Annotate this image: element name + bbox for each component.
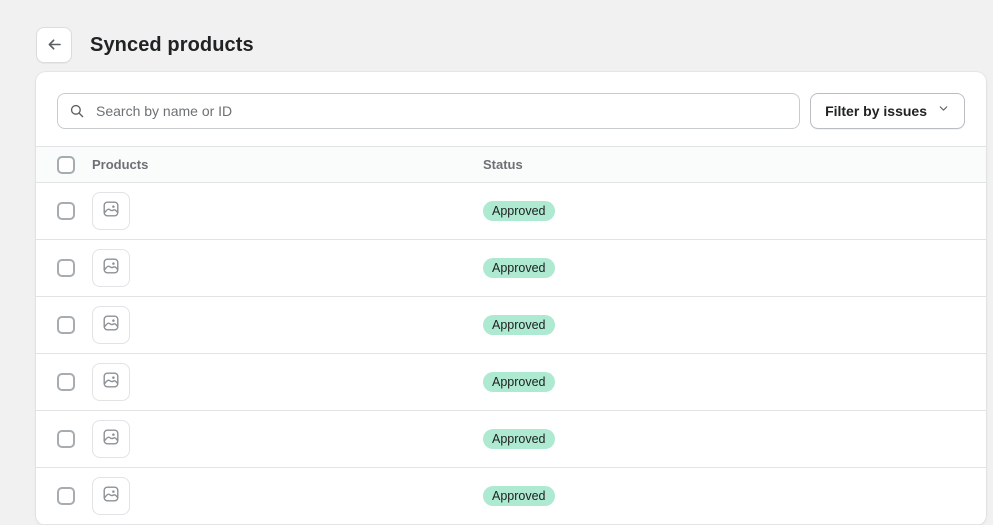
column-header-status: Status	[483, 157, 986, 172]
column-header-status-label: Status	[483, 157, 523, 172]
row-select-checkbox[interactable]	[57, 430, 75, 448]
image-placeholder-icon	[101, 370, 121, 395]
column-header-products: Products	[92, 157, 483, 172]
status-badge: Approved	[483, 315, 555, 335]
search-input[interactable]	[57, 93, 801, 129]
row-product-cell	[92, 363, 483, 401]
arrow-left-icon	[46, 36, 63, 53]
image-placeholder-icon	[101, 427, 121, 452]
image-placeholder-icon	[101, 256, 121, 281]
table-row[interactable]: Approved	[36, 468, 986, 525]
chevron-down-icon	[937, 102, 950, 120]
page-title: Synced products	[90, 33, 254, 56]
row-product-cell	[92, 192, 483, 230]
row-status-cell: Approved	[483, 372, 986, 392]
select-all-cell	[36, 155, 92, 174]
product-thumbnail[interactable]	[92, 477, 130, 515]
row-status-cell: Approved	[483, 258, 986, 278]
row-status-cell: Approved	[483, 486, 986, 506]
image-placeholder-icon	[101, 199, 121, 224]
status-badge: Approved	[483, 372, 555, 392]
search-field	[57, 93, 801, 129]
table-row[interactable]: Approved	[36, 297, 986, 354]
synced-products-card: Filter by issues Products Status	[36, 72, 986, 525]
row-select-checkbox[interactable]	[57, 316, 75, 334]
row-select-cell	[36, 487, 92, 505]
product-thumbnail[interactable]	[92, 192, 130, 230]
status-badge: Approved	[483, 486, 555, 506]
table-row[interactable]: Approved	[36, 240, 986, 297]
row-status-cell: Approved	[483, 201, 986, 221]
column-header-products-label: Products	[92, 157, 149, 172]
row-status-cell: Approved	[483, 429, 986, 449]
table-row[interactable]: Approved	[36, 183, 986, 240]
row-select-cell	[36, 316, 92, 334]
status-badge: Approved	[483, 429, 555, 449]
table-header-row: Products Status	[36, 146, 986, 183]
products-table: Products Status Approved Approved Approv…	[36, 146, 986, 525]
row-select-cell	[36, 373, 92, 391]
row-product-cell	[92, 477, 483, 515]
status-badge: Approved	[483, 258, 555, 278]
page-header: Synced products	[0, 0, 993, 72]
row-select-checkbox[interactable]	[57, 373, 75, 391]
back-button[interactable]	[36, 26, 72, 63]
row-select-cell	[36, 202, 92, 220]
filter-button-label: Filter by issues	[825, 103, 927, 119]
table-toolbar: Filter by issues	[36, 72, 986, 146]
table-row[interactable]: Approved	[36, 354, 986, 411]
select-all-checkbox[interactable]	[57, 155, 75, 174]
row-select-checkbox[interactable]	[57, 487, 75, 505]
image-placeholder-icon	[101, 313, 121, 338]
product-thumbnail[interactable]	[92, 306, 130, 344]
status-badge: Approved	[483, 201, 555, 221]
product-thumbnail[interactable]	[92, 420, 130, 458]
filter-by-issues-button[interactable]: Filter by issues	[810, 93, 965, 129]
row-select-checkbox[interactable]	[57, 202, 75, 220]
row-select-cell	[36, 259, 92, 277]
row-status-cell: Approved	[483, 315, 986, 335]
row-select-cell	[36, 430, 92, 448]
image-placeholder-icon	[101, 484, 121, 509]
row-select-checkbox[interactable]	[57, 259, 75, 277]
row-product-cell	[92, 420, 483, 458]
product-thumbnail[interactable]	[92, 249, 130, 287]
table-body: Approved Approved Approved Approved Appr…	[36, 183, 986, 525]
product-thumbnail[interactable]	[92, 363, 130, 401]
row-product-cell	[92, 306, 483, 344]
row-product-cell	[92, 249, 483, 287]
table-row[interactable]: Approved	[36, 411, 986, 468]
